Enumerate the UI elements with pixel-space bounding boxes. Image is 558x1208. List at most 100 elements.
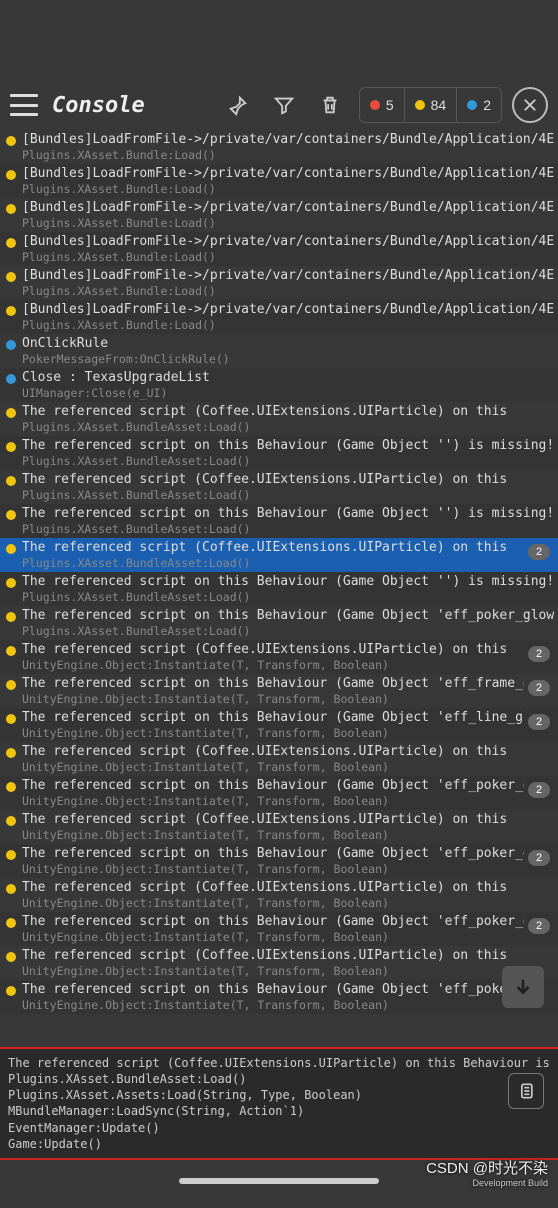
count-badge: 2 (528, 714, 550, 730)
warn-dot-icon (6, 714, 16, 724)
log-trace: Plugins.XAsset.Bundle:Load() (22, 318, 554, 332)
log-message: [Bundles]LoadFromFile->/private/var/cont… (22, 166, 554, 181)
log-counts: 5 84 2 (359, 87, 502, 123)
copy-button[interactable] (508, 1073, 544, 1109)
log-message: The referenced script on this Behaviour … (22, 710, 524, 725)
log-trace: UnityEngine.Object:Instantiate(T, Transf… (22, 964, 554, 978)
log-list[interactable]: [Bundles]LoadFromFile->/private/var/cont… (0, 130, 558, 1014)
log-row[interactable]: The referenced script (Coffee.UIExtensio… (0, 640, 558, 674)
warn-dot-icon (6, 646, 16, 656)
log-trace: Plugins.XAsset.BundleAsset:Load() (22, 624, 554, 638)
toolbar: Console 5 84 2 (0, 80, 558, 130)
detail-line: Plugins.XAsset.BundleAsset:Load() (8, 1071, 550, 1087)
warn-dot-icon (6, 476, 16, 486)
warn-dot-icon (6, 408, 16, 418)
log-row[interactable]: The referenced script (Coffee.UIExtensio… (0, 402, 558, 436)
warn-dot-icon (6, 204, 16, 214)
log-message: The referenced script (Coffee.UIExtensio… (22, 744, 554, 759)
error-count[interactable]: 5 (360, 88, 405, 122)
watermark: CSDN @时光不染 Development Build (426, 1157, 548, 1188)
warn-dot-icon (6, 884, 16, 894)
log-row[interactable]: The referenced script on this Behaviour … (0, 912, 558, 946)
warn-dot-icon (6, 238, 16, 248)
log-row[interactable]: OnClickRulePokerMessageFrom:OnClickRule(… (0, 334, 558, 368)
log-row[interactable]: The referenced script on this Behaviour … (0, 776, 558, 810)
log-row[interactable]: The referenced script on this Behaviour … (0, 504, 558, 538)
warn-dot-icon (6, 782, 16, 792)
warn-dot-icon (6, 136, 16, 146)
log-row[interactable]: The referenced script on this Behaviour … (0, 980, 558, 1014)
log-row[interactable]: The referenced script on this Behaviour … (0, 436, 558, 470)
warn-dot-icon (6, 680, 16, 690)
count-badge: 2 (528, 680, 550, 696)
log-message: The referenced script (Coffee.UIExtensio… (22, 812, 554, 827)
log-trace: Plugins.XAsset.BundleAsset:Load() (22, 556, 524, 570)
log-row[interactable]: [Bundles]LoadFromFile->/private/var/cont… (0, 266, 558, 300)
log-message: The referenced script on this Behaviour … (22, 846, 524, 861)
pin-icon[interactable] (221, 88, 255, 122)
log-message: The referenced script on this Behaviour … (22, 982, 554, 997)
log-message: [Bundles]LoadFromFile->/private/var/cont… (22, 132, 554, 147)
count-badge: 2 (528, 646, 550, 662)
log-row[interactable]: [Bundles]LoadFromFile->/private/var/cont… (0, 300, 558, 334)
count-badge: 2 (528, 850, 550, 866)
warn-dot-icon (6, 986, 16, 996)
log-row[interactable]: The referenced script (Coffee.UIExtensio… (0, 810, 558, 844)
log-trace: Plugins.XAsset.BundleAsset:Load() (22, 590, 554, 604)
menu-icon[interactable] (10, 94, 38, 116)
log-row[interactable]: [Bundles]LoadFromFile->/private/var/cont… (0, 232, 558, 266)
log-trace: UnityEngine.Object:Instantiate(T, Transf… (22, 658, 524, 672)
detail-line: EventManager:Update() (8, 1120, 550, 1136)
log-row[interactable]: The referenced script (Coffee.UIExtensio… (0, 742, 558, 776)
warn-dot-icon (6, 442, 16, 452)
scroll-down-button[interactable] (502, 966, 544, 1008)
count-badge: 2 (528, 918, 550, 934)
warn-dot-icon (6, 612, 16, 622)
warn-count[interactable]: 84 (405, 88, 458, 122)
log-trace: UnityEngine.Object:Instantiate(T, Transf… (22, 828, 554, 842)
info-dot-icon (6, 374, 16, 384)
log-trace: Plugins.XAsset.BundleAsset:Load() (22, 454, 554, 468)
warn-dot-icon (6, 170, 16, 180)
warn-dot-icon (6, 510, 16, 520)
warn-dot-icon (6, 918, 16, 928)
info-dot-icon (6, 340, 16, 350)
log-row[interactable]: The referenced script on this Behaviour … (0, 572, 558, 606)
log-row[interactable]: The referenced script (Coffee.UIExtensio… (0, 946, 558, 980)
log-trace: PokerMessageFrom:OnClickRule() (22, 352, 554, 366)
log-trace: UnityEngine.Object:Instantiate(T, Transf… (22, 862, 524, 876)
detail-line: Game:Update() (8, 1136, 550, 1152)
log-row[interactable]: The referenced script (Coffee.UIExtensio… (0, 470, 558, 504)
log-trace: UnityEngine.Object:Instantiate(T, Transf… (22, 794, 524, 808)
log-message: The referenced script on this Behaviour … (22, 676, 524, 691)
log-row[interactable]: The referenced script on this Behaviour … (0, 708, 558, 742)
log-trace: UIManager:Close(e_UI) (22, 386, 554, 400)
log-row[interactable]: The referenced script (Coffee.UIExtensio… (0, 538, 558, 572)
log-message: [Bundles]LoadFromFile->/private/var/cont… (22, 200, 554, 215)
log-message: The referenced script on this Behaviour … (22, 914, 524, 929)
log-message: The referenced script (Coffee.UIExtensio… (22, 540, 524, 555)
trash-icon[interactable] (313, 88, 347, 122)
log-message: The referenced script on this Behaviour … (22, 778, 524, 793)
error-dot-icon (370, 100, 380, 110)
close-button[interactable] (512, 87, 548, 123)
count-badge: 2 (528, 544, 550, 560)
filter-icon[interactable] (267, 88, 301, 122)
log-row[interactable]: [Bundles]LoadFromFile->/private/var/cont… (0, 164, 558, 198)
log-row[interactable]: The referenced script on this Behaviour … (0, 674, 558, 708)
log-message: [Bundles]LoadFromFile->/private/var/cont… (22, 234, 554, 249)
warn-dot-icon (6, 748, 16, 758)
detail-line: Plugins.XAsset.Assets:Load(String, Type,… (8, 1087, 550, 1103)
log-row[interactable]: The referenced script on this Behaviour … (0, 606, 558, 640)
log-trace: UnityEngine.Object:Instantiate(T, Transf… (22, 726, 524, 740)
log-row[interactable]: The referenced script on this Behaviour … (0, 844, 558, 878)
log-row[interactable]: [Bundles]LoadFromFile->/private/var/cont… (0, 198, 558, 232)
warn-dot-icon (6, 306, 16, 316)
log-message: [Bundles]LoadFromFile->/private/var/cont… (22, 302, 554, 317)
log-message: The referenced script on this Behaviour … (22, 608, 554, 623)
log-row[interactable]: The referenced script (Coffee.UIExtensio… (0, 878, 558, 912)
info-count[interactable]: 2 (457, 88, 501, 122)
log-message: OnClickRule (22, 336, 554, 351)
log-row[interactable]: [Bundles]LoadFromFile->/private/var/cont… (0, 130, 558, 164)
log-row[interactable]: Close : TexasUpgradeListUIManager:Close(… (0, 368, 558, 402)
